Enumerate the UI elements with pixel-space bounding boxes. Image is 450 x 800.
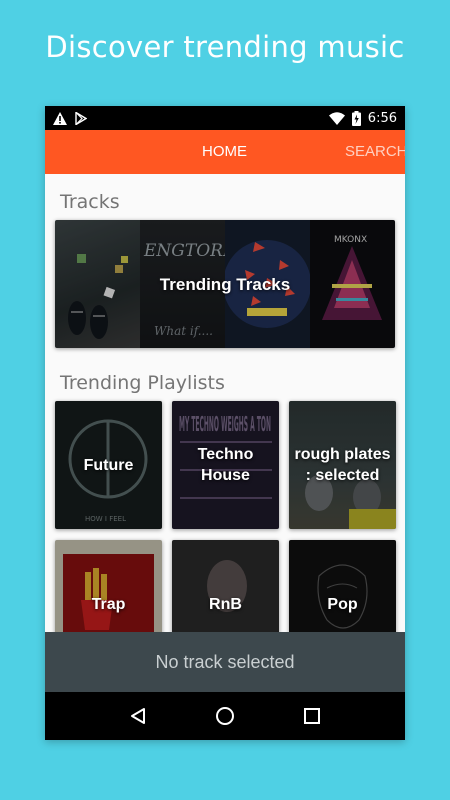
playlist-label: rough plates : selected bbox=[294, 446, 391, 484]
playlist-tile-rough-plates[interactable]: rough plates : selected bbox=[289, 401, 396, 529]
phone-screen: 6:56 HOME SEARCH Tracks ENGTOR What if..… bbox=[45, 106, 405, 740]
trending-tracks-card[interactable]: ENGTORP What if.... MKONX bbox=[55, 220, 395, 348]
play-store-icon bbox=[75, 111, 87, 125]
playlist-tile-rnb[interactable]: RnB bbox=[172, 540, 279, 632]
trending-tracks-label: Trending Tracks bbox=[159, 275, 291, 294]
tab-search[interactable]: SEARCH bbox=[345, 130, 405, 174]
playlist-label: Techno House bbox=[197, 446, 254, 484]
playlist-label: RnB bbox=[209, 595, 242, 613]
playlist-tile-future[interactable]: HOW I FEEL Future bbox=[55, 401, 162, 529]
recents-icon[interactable] bbox=[292, 696, 332, 736]
promo-title: Discover trending music bbox=[45, 30, 405, 64]
status-time: 6:56 bbox=[367, 110, 397, 126]
playlist-label: Trap bbox=[91, 595, 126, 613]
tab-home[interactable]: HOME bbox=[202, 130, 247, 174]
status-bar: 6:56 bbox=[45, 106, 405, 130]
home-icon[interactable] bbox=[205, 696, 245, 736]
back-icon[interactable] bbox=[118, 696, 158, 736]
battery-charging-icon bbox=[351, 110, 361, 126]
wifi-icon bbox=[328, 111, 345, 125]
playlist-label: Pop bbox=[327, 595, 358, 613]
tracks-section-title: Tracks bbox=[60, 191, 120, 213]
warning-icon bbox=[53, 111, 67, 125]
playlist-tile-techno-house[interactable]: MY TECHNO WEIGHS A TON Techno House bbox=[172, 401, 279, 529]
now-playing-bar[interactable]: No track selected bbox=[45, 632, 405, 692]
home-content[interactable]: Tracks ENGTORP What if.... bbox=[45, 174, 405, 632]
playlists-section-title: Trending Playlists bbox=[60, 372, 225, 394]
playlist-tile-pop[interactable]: Pop bbox=[289, 540, 396, 632]
app-bar: HOME SEARCH bbox=[45, 130, 405, 174]
playlist-label: Future bbox=[83, 456, 134, 474]
player-status-text: No track selected bbox=[155, 651, 295, 672]
playlist-tile-trap[interactable]: Trap bbox=[55, 540, 162, 632]
system-nav-bar bbox=[45, 692, 405, 740]
